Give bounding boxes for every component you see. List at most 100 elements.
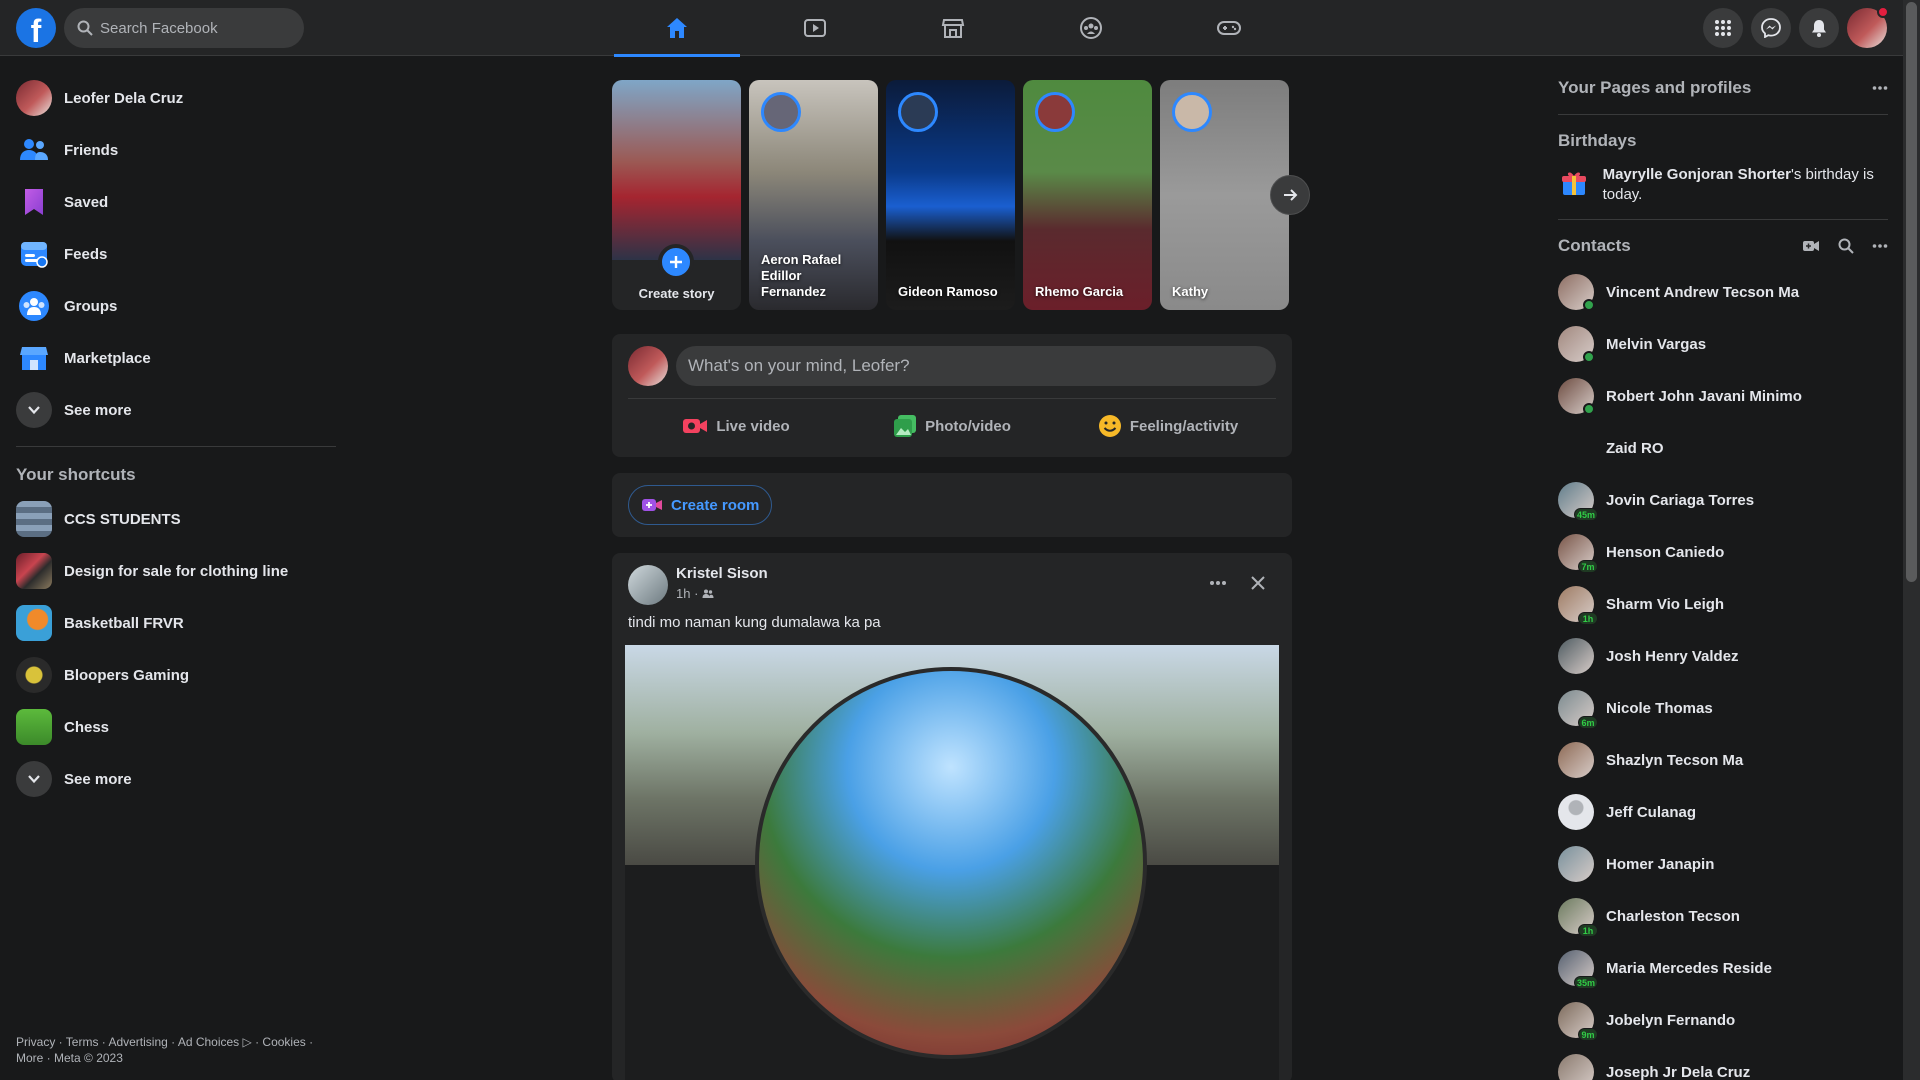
notification-dot	[1877, 6, 1889, 18]
feeling-activity-button[interactable]: Feeling/activity	[1060, 406, 1276, 446]
contact-row[interactable]: Joseph Jr Dela Cruz	[1558, 1046, 1888, 1080]
shortcut-ccs-students[interactable]: CCS STUDENTS	[8, 493, 344, 545]
tab-marketplace[interactable]	[890, 0, 1016, 56]
tab-home[interactable]	[614, 0, 740, 57]
feed-post: Kristel Sison 1h · tindi mo naman kung d…	[612, 553, 1292, 1080]
contact-row[interactable]: 9m Jobelyn Fernando	[1558, 994, 1888, 1046]
sidebar-see-more-button[interactable]: See more	[8, 384, 344, 436]
search-input[interactable]	[100, 8, 296, 48]
live-video-button[interactable]: Live video	[628, 406, 844, 446]
contact-name: Zaid RO	[1606, 439, 1664, 457]
contact-row[interactable]: Zaid RO	[1558, 422, 1888, 474]
contact-row[interactable]: Melvin Vargas	[1558, 318, 1888, 370]
add-story-button[interactable]	[658, 244, 694, 280]
account-avatar[interactable]	[1847, 6, 1889, 48]
tab-gaming[interactable]	[1166, 0, 1292, 56]
shortcut-basketball-frvr[interactable]: Basketball FRVR	[8, 597, 344, 649]
contact-row[interactable]: Shazlyn Tecson Ma	[1558, 734, 1888, 786]
footer-line-2[interactable]: More · Meta © 2023	[16, 1050, 356, 1066]
sidebar-item-groups[interactable]: Groups	[8, 280, 344, 332]
composer-avatar[interactable]	[628, 346, 668, 386]
sidebar-item-saved[interactable]: Saved	[8, 176, 344, 228]
sidebar-item-label: Chess	[64, 718, 110, 736]
search-box[interactable]	[64, 8, 304, 48]
story-card[interactable]: Aeron Rafael Edillor Fernandez	[749, 80, 878, 310]
post-photo[interactable]	[625, 645, 1279, 1080]
post-author-name[interactable]: Kristel Sison	[676, 565, 768, 582]
sidebar-item-profile[interactable]: Leofer Dela Cruz	[8, 72, 344, 124]
live-video-icon	[683, 419, 708, 433]
story-card[interactable]: Rhemo Garcia	[1023, 80, 1152, 310]
notifications-button[interactable]	[1799, 8, 1839, 48]
footer-line-1[interactable]: Privacy · Terms · Advertising · Ad Choic…	[16, 1034, 356, 1050]
contact-name: Jobelyn Fernando	[1606, 1011, 1736, 1029]
sidebar-item-feeds[interactable]: Feeds	[8, 228, 344, 280]
tab-groups[interactable]	[1028, 0, 1154, 56]
contact-row[interactable]: 6m Nicole Thomas	[1558, 682, 1888, 734]
menu-grid-icon	[1715, 20, 1731, 36]
page-scrollbar[interactable]	[1903, 0, 1920, 1080]
contact-avatar: 7m	[1558, 534, 1598, 573]
sidebar-item-friends[interactable]: Friends	[8, 124, 344, 176]
stories-next-button[interactable]	[1270, 175, 1310, 215]
composer-input[interactable]: What's on your mind, Leofer?	[676, 346, 1276, 386]
new-room-video-icon[interactable]	[1802, 239, 1820, 253]
contact-row[interactable]: Homer Janapin	[1558, 838, 1888, 890]
scrollbar-thumb[interactable]	[1906, 2, 1917, 582]
contact-avatar: 45m	[1558, 482, 1598, 521]
online-status-dot	[1583, 403, 1595, 415]
shortcut-design-for-sale[interactable]: Design for sale for clothing line	[8, 545, 344, 597]
post-author-avatar[interactable]	[628, 565, 668, 605]
post-time[interactable]: 1h ·	[676, 586, 698, 601]
story-avatar	[1035, 92, 1075, 132]
birthday-item[interactable]: Mayrylle Gonjoran Shorter's birthday is …	[1558, 165, 1888, 209]
photo-video-button[interactable]: Photo/video	[844, 406, 1060, 446]
sidebar-item-label: Marketplace	[64, 349, 151, 367]
post-options-button[interactable]	[1200, 565, 1236, 601]
menu-button[interactable]	[1703, 8, 1743, 48]
create-room-button[interactable]: Create room	[628, 485, 773, 525]
composer-divider	[628, 398, 1276, 399]
footer-links[interactable]: Privacy · Terms · Advertising · Ad Choic…	[16, 1034, 356, 1066]
story-card[interactable]: Gideon Ramoso	[886, 80, 1015, 310]
contacts-header: Contacts	[1558, 230, 1888, 262]
shortcut-chess[interactable]: Chess	[8, 701, 344, 753]
facebook-logo[interactable]: f	[16, 8, 56, 48]
more-horizontal-icon[interactable]	[1872, 243, 1888, 249]
contact-avatar: 9m	[1558, 1002, 1598, 1041]
contact-row[interactable]: 1h Charleston Tecson	[1558, 890, 1888, 942]
more-horizontal-icon[interactable]	[1872, 85, 1888, 91]
story-author: Gideon Ramoso	[898, 284, 998, 299]
contact-row[interactable]: 1h Sharm Vio Leigh	[1558, 578, 1888, 630]
contact-row[interactable]: Jeff Culanag	[1558, 786, 1888, 838]
shortcuts-see-more-button[interactable]: See more	[8, 753, 344, 805]
create-room-card: Create room	[612, 473, 1292, 537]
contact-row[interactable]: Josh Henry Valdez	[1558, 630, 1888, 682]
tab-watch[interactable]	[752, 0, 878, 56]
contact-row[interactable]: 45m Jovin Cariaga Torres	[1558, 474, 1888, 526]
contact-name: Nicole Thomas	[1606, 699, 1713, 717]
marketplace-icon	[941, 19, 965, 38]
contact-row[interactable]: Robert John Javani Minimo	[1558, 370, 1888, 422]
search-contacts-icon[interactable]	[1838, 238, 1854, 254]
contact-name: Vincent Andrew Tecson Ma	[1606, 283, 1800, 301]
sidebar-item-label: Saved	[64, 193, 109, 211]
sidebar-item-marketplace[interactable]: Marketplace	[8, 332, 344, 384]
shortcut-thumbnail	[16, 553, 52, 589]
contact-name: Henson Caniedo	[1606, 543, 1725, 561]
create-story-card[interactable]: Create story	[612, 80, 741, 310]
hide-post-button[interactable]	[1240, 565, 1276, 601]
online-status-dot	[1583, 351, 1595, 363]
birthday-person[interactable]: Mayrylle Gonjoran Shorter	[1603, 166, 1791, 183]
contact-row[interactable]: 7m Henson Caniedo	[1558, 526, 1888, 578]
shortcut-bloopers-gaming[interactable]: Bloopers Gaming	[8, 649, 344, 701]
story-avatar	[898, 92, 938, 132]
shortcut-thumbnail	[16, 657, 52, 693]
contact-row[interactable]: 35m Maria Mercedes Reside	[1558, 942, 1888, 994]
contact-row[interactable]: Vincent Andrew Tecson Ma	[1558, 266, 1888, 318]
feeds-icon	[21, 242, 48, 268]
watch-icon	[804, 19, 826, 37]
gift-icon	[1562, 172, 1587, 195]
messenger-button[interactable]	[1751, 8, 1791, 48]
right-divider	[1558, 114, 1888, 115]
